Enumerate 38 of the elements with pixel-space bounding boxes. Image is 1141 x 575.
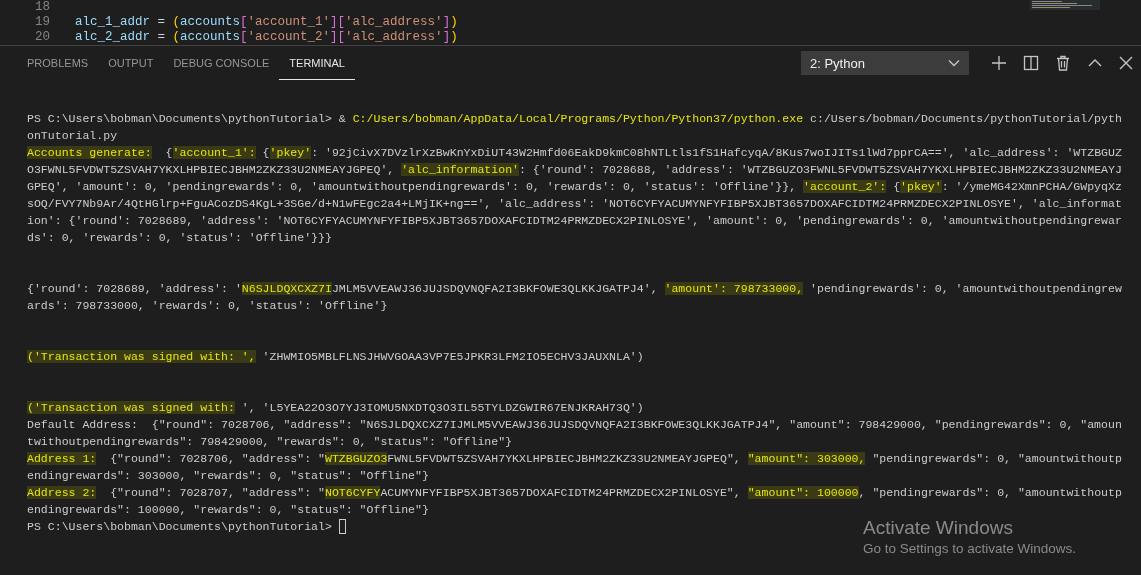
terminal-line: endingrewards": 303000, "rewards": 0, "status": "Offline"} [27, 468, 429, 484]
terminal-line: ('Transaction was signed with: ', 'L5YEA22O3O7YJ3IOMU5NXDTQ3O3IL55TYLDZGWIR67ENJKRAH73Q') [27, 400, 644, 416]
terminal-line: sOQ/FVY7Nb9Ar/4QtHGlrp+FguACozDS4KgL+3SGe/d+N1wFEgc2a4+LMjIK+ng==', 'alc_address': 'NOT6CYFYACUMYNFYFIBP5XJBT3657DOXAFCIDTM24PRMZDECX2PINLOSYE', 'alc_informat [27, 196, 1122, 212]
code-line: alc_1_addr = (accounts['account_1']['alc_address']) [75, 15, 458, 30]
panel-tab[interactable]: DEBUG CONSOLE [163, 46, 280, 80]
code-line: alc_2_addr = (accounts['account_2']['alc_address']) [75, 30, 458, 45]
terminal-dropdown[interactable]: 2: Python [801, 51, 969, 75]
split-icon[interactable] [1023, 55, 1039, 71]
line-number: 18 [34, 0, 50, 15]
panel-tab[interactable]: TERMINAL [279, 46, 355, 80]
activation-message: Go to Settings to activate Windows. [863, 540, 1077, 558]
terminal-line: ion': {'round': 7028689, 'address': 'NOT6CYFYACUMYNFYFIBP5XJBT3657DOXAFCIDTM24PRMZDECX2PINLOSYE', 'amount': 0, 'pendingrewards': 0, 'amountwithoutpendingrewar [27, 213, 1122, 229]
plus-icon[interactable] [991, 55, 1007, 71]
terminal-line: PS C:\Users\bobman\Documents\pythonTutorial> & C:/Users/bobman/AppData/Local/Programs/Python/Python37/python.exe c:/Users/bobman/Documents/pythonTutorial/pyth [27, 111, 1122, 127]
panel-tab[interactable]: OUTPUT [98, 46, 164, 80]
activation-title: Activate Windows [863, 517, 1014, 539]
terminal-line: Address 2: {"round": 7028707, "address": "NOT6CYFYACUMYNFYFIBP5XJBT3657DOXAFCIDTM24PRMZDECX2PINLOSYE", "amount": 100000, "pendingrewards": 0, "amountwithoutp [27, 485, 1122, 501]
caret-icon [948, 59, 960, 67]
terminal-line: twithoutpendingrewards": 798429000, "rewards": 0, "status": "Offline"} [27, 434, 513, 450]
terminal-line: O3FWNL5FVDWT5ZSVAH7YKXLHPBIECJBHM2ZKZ33U2NMEAYJGPEQ', 'alc_information': {'round': 7028688, 'address': 'WTZBGUZO3FWNL5FVDWT5ZSVAH7YKXLHPBIECJBHM2ZKZ33U2NMEAYJ [27, 162, 1122, 178]
trash-icon[interactable] [1055, 55, 1071, 71]
terminal-line: onTutorial.py [27, 128, 118, 144]
terminal-line: PS C:\Users\bobman\Documents\pythonTutorial> [27, 519, 333, 535]
terminal-cursor [338, 519, 346, 534]
terminal-line: ds': 0, 'rewards': 0, 'status': 'Offline'}}} [27, 230, 332, 246]
terminal-line: ards': 798733000, 'rewards': 0, 'status': 'Offline'} [27, 298, 388, 314]
terminal-line: endingrewards": 100000, "rewards": 0, "status": "Offline"} [27, 502, 429, 518]
panel-tab[interactable]: PROBLEMS [17, 46, 99, 80]
terminal-line: {'round': 7028689, 'address': 'N6SJLDQXCXZ7IJMLM5VVEAWJ36JUJSDQVNQFA2I3BKFOWE3QLKKJGATPJ4', 'amount': 798733000, 'pendingrewards': 0, 'amountwithoutpendingrew [27, 281, 1122, 297]
terminal-line: ('Transaction was signed with: ', 'ZHWMIO5MBLFLNSJHWVGOAA3VP7E5JPKR3LFM2IO5ECHV3JAUXNLA') [27, 349, 644, 365]
terminal-line: Address 1: {"round": 7028706, "address": "WTZBGUZO3FWNL5FVDWT5ZSVAH7YKXLHPBIECJBHM2ZKZ33U2NMEAYJGPEQ", "amount": 303000, "pendingrewards": 0, "amountwithoutp [27, 451, 1122, 467]
terminal-line: Default Address: {"round": 7028706, "address": "N6SJLDQXCXZ7IJMLM5VVEAWJ36JUJSDQVNQFA2I3BKFOWE3QLKKJGATPJ4", "amount": 798429000, "pendingrewards": 0, "amoun [27, 417, 1122, 433]
terminal-line: GPEQ', 'amount': 0, 'pendingrewards': 0, 'amountwithoutpendingrewards': 0, 'rewards': 0, 'status': 'Offline'}}, 'account_2': {'pkey': '/ymeMG42XmnPCHA/GWpyqXz [27, 179, 1122, 195]
terminal-line: Accounts generate: {'account_1': {'pkey': '92jCivX7DVzlrXzBwKnYxDiUT43W2Hmfd06EakD9kmC08hNTLtls1fS1HafcyqA/8Kus7woIJITs1lWd7pprCA==', 'alc_address': 'WTZBGUZ [27, 145, 1122, 161]
line-number: 20 [34, 30, 50, 45]
line-number: 19 [34, 15, 50, 30]
minimap-drawing [1030, 0, 1100, 10]
close-icon[interactable] [1119, 56, 1133, 70]
